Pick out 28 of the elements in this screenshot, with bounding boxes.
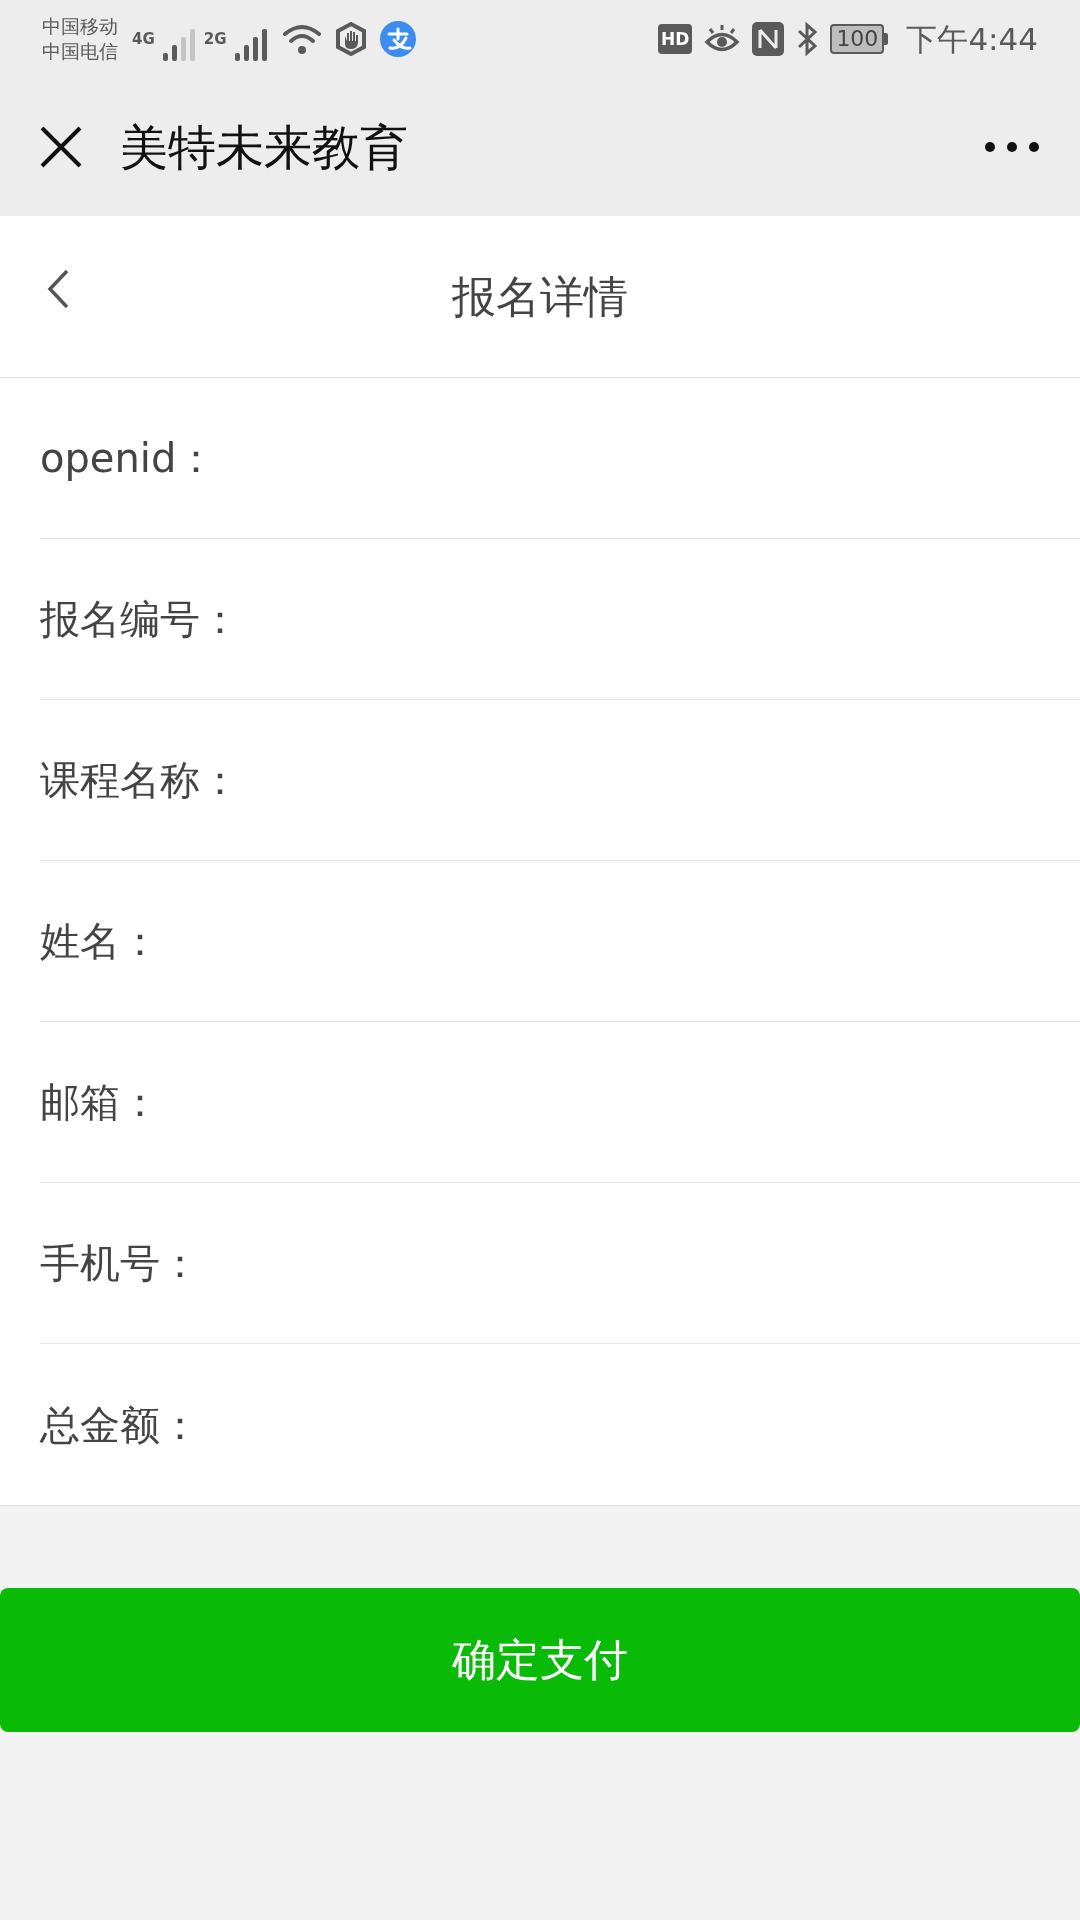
nfc-icon xyxy=(752,22,785,56)
signal-icon xyxy=(234,27,268,61)
network-type-label: 2G xyxy=(203,29,227,51)
field-label: 课程名称： xyxy=(40,756,240,805)
clock-time: 下午4:44 xyxy=(906,19,1038,59)
signal-icon xyxy=(162,27,196,61)
payment-app-icon xyxy=(379,21,416,57)
field-label: 姓名： xyxy=(40,917,160,966)
close-button[interactable] xyxy=(38,124,84,170)
hand-icon xyxy=(333,22,368,56)
carrier-name: 中国电信 xyxy=(42,39,118,64)
app-title: 美特未来教育 xyxy=(120,118,408,177)
field-label: 总金额： xyxy=(40,1400,200,1450)
network-type-label: 4G xyxy=(132,29,155,51)
confirm-payment-button[interactable]: 确定支付 xyxy=(0,1588,1080,1732)
page-title: 报名详情 xyxy=(452,269,628,324)
battery-indicator: 100 xyxy=(830,24,885,54)
field-label: 邮箱： xyxy=(40,1078,160,1127)
bluetooth-icon xyxy=(796,22,819,56)
back-icon xyxy=(46,268,70,310)
carrier-name: 中国移动 xyxy=(42,14,118,39)
hd-badge: HD xyxy=(658,24,693,54)
field-label: openid： xyxy=(40,434,217,483)
close-icon xyxy=(39,125,83,169)
field-label: 报名编号： xyxy=(40,595,240,644)
wifi-icon xyxy=(281,22,322,56)
field-label: 手机号： xyxy=(40,1239,200,1288)
more-icon xyxy=(985,142,1039,152)
